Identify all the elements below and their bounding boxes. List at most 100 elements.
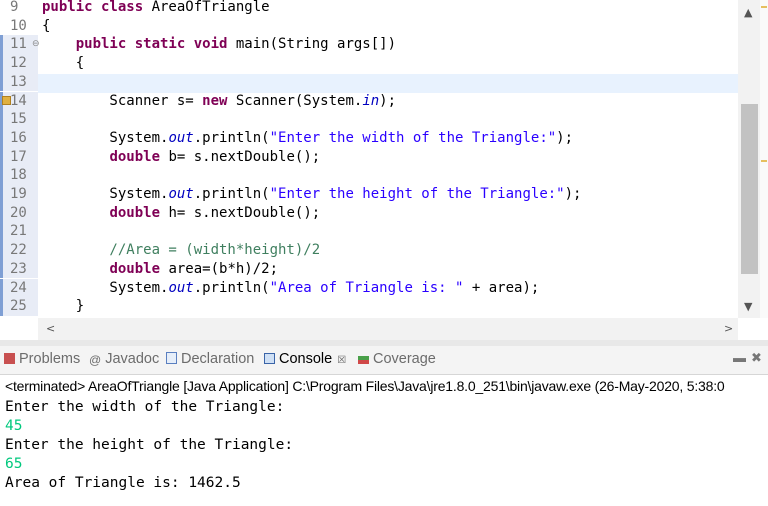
line-number-text: 19: [10, 185, 27, 204]
code-token: out: [168, 280, 193, 296]
code-token: out: [168, 130, 193, 146]
line-number: 17: [0, 148, 38, 167]
horizontal-scrollbar[interactable]: [38, 318, 738, 340]
close-icon[interactable]: ☒: [337, 355, 346, 366]
tab-console[interactable]: Console☒: [264, 351, 346, 367]
code-token: [42, 205, 109, 221]
line-number-text: 11: [10, 35, 27, 54]
code-token: .println(: [194, 130, 270, 146]
scroll-left-icon[interactable]: <: [46, 322, 55, 335]
tab-javadoc-label: Javadoc: [105, 351, 159, 367]
tab-coverage-label: Coverage: [373, 351, 436, 367]
overview-marker[interactable]: [761, 160, 767, 162]
line-number: 22: [0, 241, 38, 260]
line-number: 18: [0, 166, 38, 185]
code-token: public class: [42, 0, 152, 15]
scroll-down-icon[interactable]: ▼: [744, 300, 752, 313]
line-number: 13: [0, 73, 38, 92]
warning-icon[interactable]: [2, 96, 11, 105]
code-line[interactable]: System.out.println("Area of Triangle is:…: [42, 279, 742, 298]
code-token: );: [565, 186, 582, 202]
code-line[interactable]: double b= s.nextDouble();: [42, 148, 742, 167]
problems-icon: [4, 353, 15, 364]
line-number-text: 12: [10, 54, 27, 73]
code-token: public static void: [76, 36, 236, 52]
line-number-text: 25: [10, 297, 27, 316]
code-token: {: [42, 55, 84, 71]
tab-declaration[interactable]: Declaration: [166, 351, 254, 367]
line-number-text: 23: [10, 260, 27, 279]
tab-declaration-label: Declaration: [181, 351, 254, 367]
line-number: 24: [0, 279, 38, 298]
code-token: double: [109, 261, 168, 277]
line-number-text: 24: [10, 279, 27, 298]
console-input-line: 45: [5, 417, 22, 436]
code-line[interactable]: System.out.println("Enter the height of …: [42, 185, 742, 204]
code-token: //Area = (width*height)/2: [42, 242, 320, 258]
code-line[interactable]: Scanner s= new Scanner(System.in);: [42, 92, 742, 111]
code-line[interactable]: double area=(b*h)/2;: [42, 260, 742, 279]
code-token: main(String args[]): [236, 36, 396, 52]
line-number-text: 22: [10, 241, 27, 260]
code-line[interactable]: [42, 166, 742, 185]
line-number-text: 17: [10, 148, 27, 167]
tab-javadoc[interactable]: @Javadoc: [89, 351, 159, 367]
line-number: 14: [0, 92, 38, 111]
line-number: 9: [0, 0, 38, 17]
console-icon: [264, 353, 275, 364]
tab-coverage[interactable]: Coverage: [358, 351, 436, 367]
code-line[interactable]: [42, 110, 742, 129]
code-token: );: [379, 93, 396, 109]
code-line[interactable]: //Area = (width*height)/2: [42, 241, 742, 260]
code-line[interactable]: [42, 73, 742, 92]
line-number: 20: [0, 204, 38, 223]
code-token: Scanner s=: [42, 93, 202, 109]
fold-icon[interactable]: ⊖: [32, 35, 40, 54]
code-token: h= s.nextDouble();: [168, 205, 320, 221]
code-token: new: [202, 93, 236, 109]
code-line[interactable]: }: [42, 297, 742, 316]
line-number: 21: [0, 222, 38, 241]
scroll-up-icon[interactable]: ▲: [744, 6, 752, 19]
console-output-line: Enter the width of the Triangle:: [5, 398, 284, 417]
vertical-scrollbar-thumb[interactable]: [741, 104, 758, 274]
line-number: 12: [0, 54, 38, 73]
code-token: double: [109, 205, 168, 221]
console-output-line: Area of Triangle is: 1462.5: [5, 474, 241, 493]
code-token: .println(: [194, 280, 270, 296]
code-token: out: [168, 186, 193, 202]
line-number: 19: [0, 185, 38, 204]
code-line[interactable]: public static void main(String args[]): [42, 35, 742, 54]
line-number: 25: [0, 297, 38, 316]
line-number-text: 18: [10, 166, 27, 185]
tab-problems[interactable]: Problems: [4, 351, 80, 367]
code-token: {: [42, 18, 50, 34]
code-token: );: [556, 130, 573, 146]
code-token: [42, 261, 109, 277]
code-token: System.: [42, 186, 168, 202]
code-line[interactable]: System.out.println("Enter the width of t…: [42, 129, 742, 148]
code-token: System.: [42, 280, 168, 296]
code-token: double: [109, 149, 168, 165]
line-number-text: 21: [10, 222, 27, 241]
minimize-icon[interactable]: ▬: [733, 350, 746, 365]
coverage-icon: [358, 356, 369, 364]
code-token: System.: [42, 130, 168, 146]
line-number: 11 ⊖: [0, 35, 38, 54]
line-number-text: 10: [10, 17, 27, 36]
console-output-line: Enter the height of the Triangle:: [5, 436, 293, 455]
code-token: "Area of Triangle is: ": [270, 280, 464, 296]
code-line[interactable]: [42, 222, 742, 241]
code-line[interactable]: {: [42, 17, 742, 36]
code-line[interactable]: {: [42, 54, 742, 73]
line-number-text: 9: [10, 0, 18, 17]
line-number-text: 15: [10, 110, 27, 129]
code-line[interactable]: double h= s.nextDouble();: [42, 204, 742, 223]
code-editor[interactable]: 91011⊖1213141516171819202122232425 publi…: [0, 0, 768, 340]
overview-marker[interactable]: [761, 6, 767, 8]
overview-ruler[interactable]: [760, 0, 768, 318]
scroll-right-icon[interactable]: >: [724, 322, 733, 335]
maximize-icon[interactable]: ✖: [751, 350, 762, 366]
declaration-icon: [166, 352, 177, 364]
code-line[interactable]: public class AreaOfTriangle: [42, 0, 742, 17]
